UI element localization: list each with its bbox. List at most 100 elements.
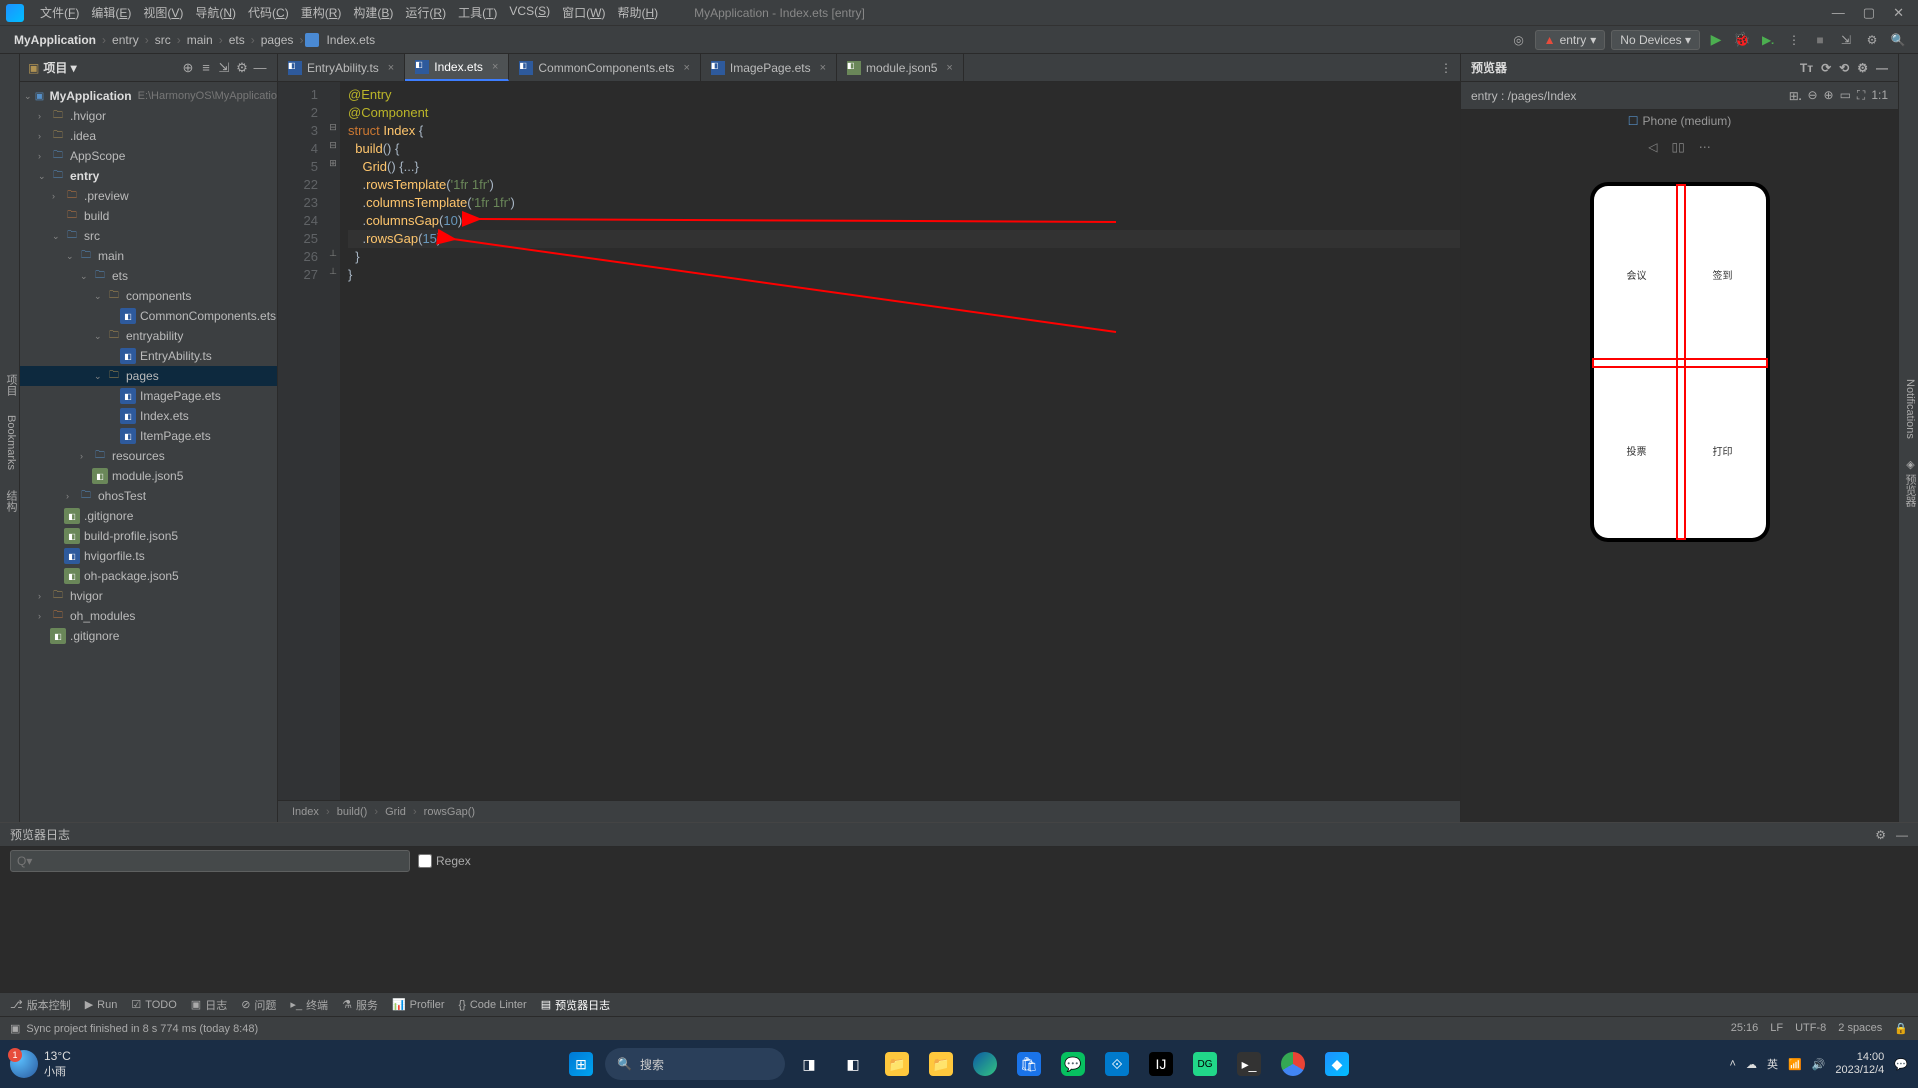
menu-item[interactable]: 重构(R): [295, 4, 348, 21]
ratio-icon[interactable]: 1:1: [1871, 88, 1888, 104]
breadcrumb-item[interactable]: main: [183, 33, 217, 47]
breadcrumb-item[interactable]: entry: [108, 33, 143, 47]
settings-icon[interactable]: ⚙: [1862, 30, 1882, 50]
tool-window-button[interactable]: ▤预览器日志: [541, 997, 610, 1013]
tree-item[interactable]: 🗀build: [20, 206, 277, 226]
tree-item[interactable]: ›🗀hvigor: [20, 586, 277, 606]
attach-icon[interactable]: ⇲: [1836, 30, 1856, 50]
system-tray[interactable]: ˄ ☁ 英 📶 🔊 14:002023/12/4 💬: [1730, 1051, 1908, 1077]
tree-root[interactable]: ⌄▣ MyApplication E:\HarmonyOS\MyApplicat…: [20, 86, 277, 106]
menu-item[interactable]: 构建(B): [347, 4, 399, 21]
deveco-icon[interactable]: ◆: [1317, 1044, 1357, 1084]
prev-hide-icon[interactable]: —: [1876, 61, 1888, 75]
maximize-button[interactable]: ▢: [1863, 5, 1875, 21]
lock-icon[interactable]: 🔒: [1894, 1022, 1908, 1035]
stop-button[interactable]: ■: [1810, 30, 1830, 50]
menu-item[interactable]: 编辑(E): [85, 4, 137, 21]
menu-item[interactable]: 运行(R): [399, 4, 452, 21]
fit-icon[interactable]: ▭: [1840, 88, 1851, 104]
close-tab-icon[interactable]: ×: [820, 62, 826, 74]
project-panel-title[interactable]: 项目 ▾: [43, 59, 179, 76]
tool-window-button[interactable]: 📊Profiler: [392, 997, 445, 1013]
tree-item[interactable]: ◧ItemPage.ets: [20, 426, 277, 446]
menu-item[interactable]: VCS(S): [503, 4, 556, 21]
panel-settings-icon[interactable]: ⚙: [233, 59, 251, 77]
target-icon[interactable]: ◎: [1509, 30, 1529, 50]
start-button[interactable]: ⊞: [561, 1044, 601, 1084]
editor-tab[interactable]: ◧CommonComponents.ets×: [509, 54, 701, 81]
breadcrumb-item[interactable]: ets: [225, 33, 249, 47]
tree-item[interactable]: ◧build-profile.json5: [20, 526, 277, 546]
widgets-icon[interactable]: ◧: [833, 1044, 873, 1084]
tree-item[interactable]: ›🗀.hvigor: [20, 106, 277, 126]
breadcrumb-item[interactable]: pages: [257, 33, 298, 47]
editor-tab[interactable]: ◧Index.ets×: [405, 54, 509, 81]
close-tab-icon[interactable]: ×: [388, 62, 394, 74]
wifi-icon[interactable]: 📶: [1788, 1058, 1802, 1071]
code-breadcrumb-item[interactable]: Index: [288, 806, 323, 818]
menu-item[interactable]: 文件(F): [34, 4, 85, 21]
tree-item[interactable]: ◧.gitignore: [20, 506, 277, 526]
collapse-icon[interactable]: ⇲: [215, 59, 233, 77]
bp-hide-icon[interactable]: —: [1896, 828, 1908, 842]
onedrive-icon[interactable]: ☁: [1746, 1058, 1757, 1071]
select-opened-icon[interactable]: ⊕: [179, 59, 197, 77]
encoding[interactable]: UTF-8: [1795, 1022, 1826, 1035]
tree-item[interactable]: ⌄🗀src: [20, 226, 277, 246]
tree-item[interactable]: ›🗀ohosTest: [20, 486, 277, 506]
rotate-icon[interactable]: ⟲: [1839, 61, 1849, 75]
code-breadcrumb-item[interactable]: Grid: [381, 806, 410, 818]
task-view-icon[interactable]: ◨: [789, 1044, 829, 1084]
inspect-icon[interactable]: ⊞᎐: [1789, 88, 1802, 104]
more-run-icon[interactable]: ⋮: [1784, 30, 1804, 50]
notifications-tool-button[interactable]: Notifications: [1904, 379, 1916, 439]
tree-item[interactable]: ›🗀AppScope: [20, 146, 277, 166]
taskbar-search[interactable]: 🔍搜索: [605, 1048, 785, 1080]
tray-expand-icon[interactable]: ˄: [1730, 1058, 1736, 1070]
code-breadcrumb-item[interactable]: rowsGap(): [420, 806, 479, 818]
minimize-button[interactable]: —: [1832, 5, 1845, 21]
regex-checkbox[interactable]: Regex: [418, 854, 471, 868]
tool-window-button[interactable]: ▣日志: [191, 997, 227, 1013]
editor-tab[interactable]: ◧EntryAbility.ts×: [278, 54, 405, 81]
tree-item[interactable]: ◧ImagePage.ets: [20, 386, 277, 406]
refresh-icon[interactable]: ⟳: [1821, 61, 1831, 75]
editor-tab[interactable]: ◧ImagePage.ets×: [701, 54, 837, 81]
close-tab-icon[interactable]: ×: [946, 62, 952, 74]
fold-gutter[interactable]: ⊟⊟⊞⊥⊥: [326, 82, 340, 800]
breadcrumb-item[interactable]: Index.ets: [322, 33, 379, 47]
log-search-input[interactable]: [10, 850, 410, 872]
menu-item[interactable]: 帮助(H): [611, 4, 664, 21]
back-icon[interactable]: ◁: [1648, 140, 1657, 154]
menu-item[interactable]: 视图(V): [137, 4, 189, 21]
tree-item[interactable]: ⌄🗀pages: [20, 366, 277, 386]
tree-item[interactable]: ⌄🗀entryability: [20, 326, 277, 346]
code-breadcrumb-item[interactable]: build(): [333, 806, 372, 818]
close-tab-icon[interactable]: ×: [683, 62, 689, 74]
vscode-icon[interactable]: ⟐: [1097, 1044, 1137, 1084]
close-button[interactable]: ✕: [1893, 5, 1904, 21]
tree-item[interactable]: ›🗀.idea: [20, 126, 277, 146]
zoom-out-icon[interactable]: ⊖: [1807, 88, 1817, 104]
more-icon[interactable]: ⋯: [1699, 140, 1711, 154]
tool-window-button[interactable]: {}Code Linter: [458, 997, 526, 1013]
tree-item[interactable]: ◧.gitignore: [20, 626, 277, 646]
tree-item[interactable]: ⌄🗀ets: [20, 266, 277, 286]
caret-position[interactable]: 25:16: [1731, 1022, 1759, 1035]
menu-item[interactable]: 代码(C): [242, 4, 295, 21]
tree-item[interactable]: ›🗀.preview: [20, 186, 277, 206]
explorer2-icon[interactable]: 📁: [921, 1044, 961, 1084]
tree-item[interactable]: ›🗀oh_modules: [20, 606, 277, 626]
bookmarks-tool-button[interactable]: Bookmarks: [5, 415, 17, 470]
zoom-in-icon[interactable]: ⊕: [1824, 88, 1834, 104]
tabs-more-icon[interactable]: ⋮: [1432, 54, 1460, 81]
tree-item[interactable]: ◧module.json5: [20, 466, 277, 486]
tree-item[interactable]: ⌄🗀main: [20, 246, 277, 266]
run-button[interactable]: ▶: [1706, 30, 1726, 50]
store-icon[interactable]: 🛍: [1009, 1044, 1049, 1084]
tool-window-button[interactable]: ▸_终端: [290, 997, 328, 1013]
debug-button[interactable]: 🐞: [1732, 30, 1752, 50]
edge-icon[interactable]: [965, 1044, 1005, 1084]
explorer-icon[interactable]: 📁: [877, 1044, 917, 1084]
tree-item[interactable]: ◧Index.ets: [20, 406, 277, 426]
